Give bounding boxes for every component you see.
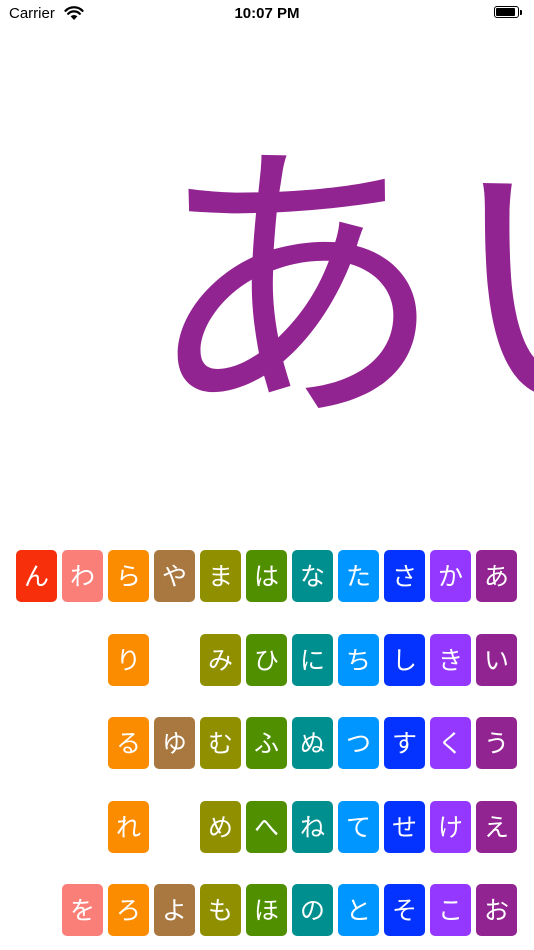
display-text: あい (145, 115, 534, 464)
status-time: 10:07 PM (234, 5, 300, 22)
kana-key[interactable]: ま (200, 550, 241, 602)
kana-key[interactable]: め (200, 801, 241, 853)
kana-key[interactable]: あ (476, 550, 517, 602)
kana-key[interactable]: え (476, 801, 517, 853)
kana-key[interactable]: す (384, 717, 425, 769)
kana-key[interactable]: ち (338, 634, 379, 686)
kana-key[interactable]: い (476, 634, 517, 686)
kana-key[interactable]: ん (16, 550, 57, 602)
kana-key[interactable]: は (246, 550, 287, 602)
kana-key[interactable]: も (200, 884, 241, 936)
kana-key[interactable]: こ (430, 884, 471, 936)
kana-grid: んわらやまはなたさかありみひにちしきいるゆむふぬつすくうれめへねてせけえをろよも… (16, 550, 518, 940)
battery-icon (494, 6, 524, 20)
kana-key[interactable]: よ (154, 884, 195, 936)
kana-key[interactable]: ふ (246, 717, 287, 769)
kana-key[interactable]: や (154, 550, 195, 602)
kana-key[interactable]: て (338, 801, 379, 853)
kana-key[interactable]: わ (62, 550, 103, 602)
kana-key[interactable]: つ (338, 717, 379, 769)
kana-key[interactable]: か (430, 550, 471, 602)
kana-key[interactable]: に (292, 634, 333, 686)
kana-key[interactable]: く (430, 717, 471, 769)
kana-key[interactable]: な (292, 550, 333, 602)
kana-key[interactable]: ほ (246, 884, 287, 936)
kana-key[interactable]: る (108, 717, 149, 769)
kana-key[interactable]: さ (384, 550, 425, 602)
kana-key[interactable]: れ (108, 801, 149, 853)
kana-key[interactable]: そ (384, 884, 425, 936)
kana-key[interactable]: へ (246, 801, 287, 853)
kana-key[interactable]: ぬ (292, 717, 333, 769)
kana-key[interactable]: う (476, 717, 517, 769)
kana-key[interactable]: み (200, 634, 241, 686)
kana-key[interactable]: む (200, 717, 241, 769)
kana-key[interactable]: し (384, 634, 425, 686)
kana-key[interactable]: お (476, 884, 517, 936)
kana-display: あい (130, 110, 534, 470)
status-bar: Carrier 10:07 PM (0, 0, 534, 28)
kana-key[interactable]: り (108, 634, 149, 686)
kana-key[interactable]: た (338, 550, 379, 602)
kana-key[interactable]: ら (108, 550, 149, 602)
kana-key[interactable]: せ (384, 801, 425, 853)
kana-key[interactable]: ね (292, 801, 333, 853)
kana-key[interactable]: を (62, 884, 103, 936)
kana-key[interactable]: け (430, 801, 471, 853)
kana-key[interactable]: の (292, 884, 333, 936)
kana-key[interactable]: き (430, 634, 471, 686)
kana-key[interactable]: ゆ (154, 717, 195, 769)
kana-key[interactable]: と (338, 884, 379, 936)
kana-key[interactable]: ろ (108, 884, 149, 936)
kana-key[interactable]: ひ (246, 634, 287, 686)
